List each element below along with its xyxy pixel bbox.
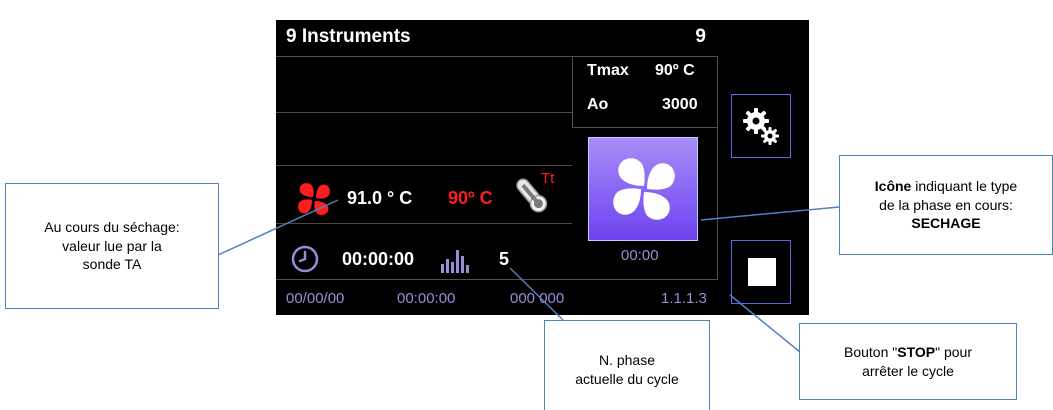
callout-phase-icon: Icône indiquant le type de la phase en c… [839,155,1053,255]
callout-stop-button: Bouton "STOP" pour arrêter le cycle [799,323,1017,400]
callout-icon-line1: indiquant le type [911,177,1018,194]
callout-stop-line1a: Bouton " [844,343,898,360]
callout-phase-line2: actuelle du cycle [575,370,679,387]
callout-probe-line3: sonde TA [82,256,142,273]
callout-probe-reading: Au cours du séchage: valeur lue par la s… [5,183,219,309]
callout-icon-line2: de la phase en cours: [879,196,1013,213]
callout-phase-line1: N. phase [598,351,656,368]
callout-phase-number: N. phase actuelle du cycle [544,320,710,410]
callout-stop-line1b: " pour [935,343,972,360]
callout-probe-line2: valeur lue par la [62,237,162,254]
callout-icon-bold1: Icône [874,177,912,194]
callout-stop-bold: STOP [897,343,936,360]
callout-stop-line2: arrêter le cycle [862,362,954,379]
callout-probe-line1: Au cours du séchage: [44,218,180,235]
callout-icon-bold2: SECHAGE [911,215,981,232]
